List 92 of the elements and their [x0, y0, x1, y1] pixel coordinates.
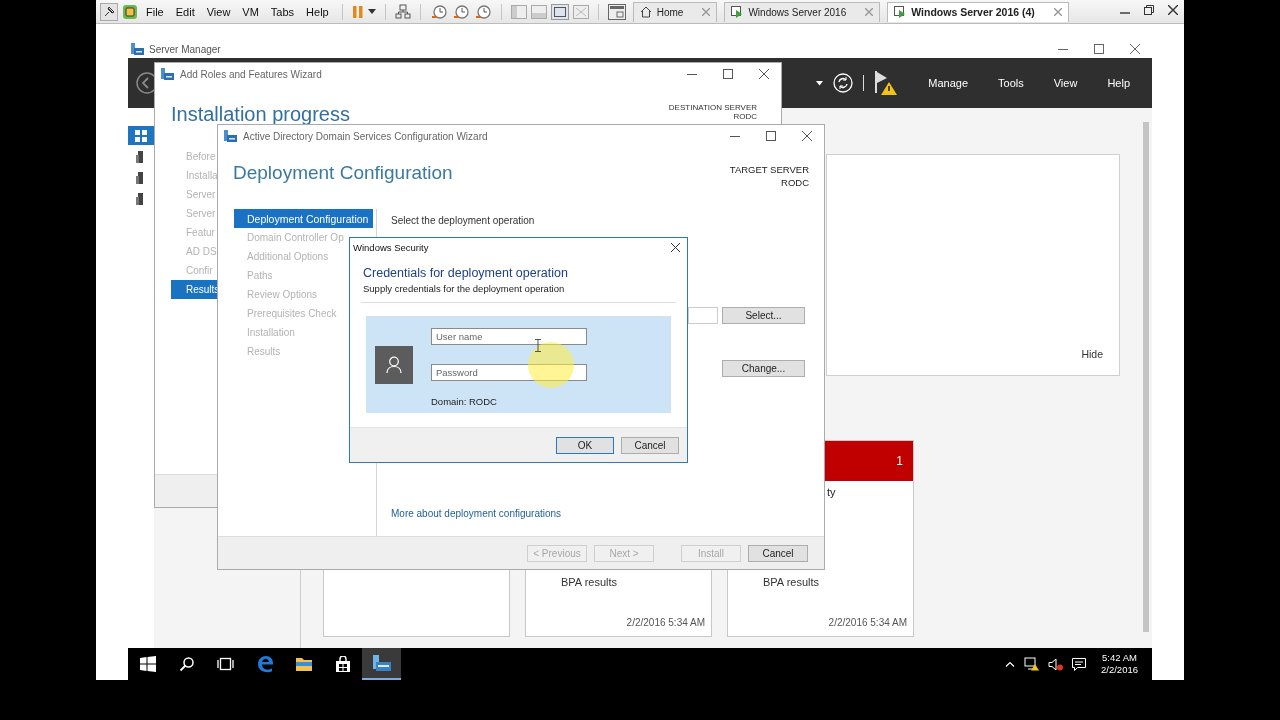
fullscreen-icon[interactable] — [550, 3, 569, 20]
window-title: Add Roles and Features Wizard — [180, 68, 322, 80]
tab[interactable]: Windows Server 2016 — [724, 1, 881, 22]
nav-item[interactable] — [128, 126, 154, 145]
username-field[interactable]: User name — [431, 328, 587, 345]
clock-icon[interactable] — [473, 3, 492, 20]
folder-icon[interactable] — [294, 656, 313, 672]
select-button[interactable]: Select... — [722, 307, 805, 324]
page-heading: Deployment Configuration — [233, 161, 453, 185]
tab[interactable]: Windows Server 2016 (4) — [887, 1, 1069, 22]
edge-browser-icon[interactable] — [255, 655, 274, 673]
thumbnail-bar-icon[interactable] — [530, 4, 547, 19]
change-button[interactable]: Change... — [722, 360, 805, 377]
tab[interactable]: Home — [632, 1, 718, 22]
server-label: DESTINATION SERVER — [668, 103, 757, 112]
password-field[interactable]: Password — [431, 364, 587, 381]
menu-item[interactable]: Tools — [998, 77, 1024, 89]
tile-label[interactable]: BPA results — [763, 576, 820, 588]
domain-text: Domain: RODC — [431, 396, 498, 407]
server-name: RODC — [732, 112, 757, 121]
menu-item[interactable]: Tabs — [266, 5, 299, 18]
vm-play-icon — [894, 6, 907, 18]
clock-time[interactable]: 5:42 AM — [1101, 652, 1138, 664]
menu-item[interactable]: VM — [238, 5, 263, 18]
maximize-icon[interactable] — [766, 131, 776, 141]
chevron-up-icon[interactable] — [1005, 661, 1015, 667]
search-icon[interactable] — [178, 656, 195, 672]
dialog-heading: Credentials for deployment operation — [363, 266, 569, 280]
dialog-button[interactable]: OK — [556, 436, 614, 454]
wizard-step[interactable]: Deployment Configuration — [234, 209, 373, 228]
dialog-subtitle: Supply credentials for the deployment operation — [363, 283, 566, 294]
page-heading: Installation progress — [171, 103, 350, 125]
wizard-icon — [161, 68, 174, 80]
caret-icon[interactable] — [367, 8, 376, 15]
footer-bar — [155, 474, 217, 507]
server-toolbox-icon[interactable] — [371, 654, 392, 672]
menu-item[interactable]: View — [1053, 77, 1078, 89]
dialog-button[interactable]: Cancel — [621, 436, 679, 454]
pin-icon[interactable] — [100, 2, 118, 21]
vm-play-icon — [731, 6, 744, 18]
menu-item[interactable]: Help — [1107, 77, 1130, 89]
hide-link[interactable]: Hide — [1081, 348, 1103, 360]
dialog-title: Windows Security — [353, 241, 429, 253]
wizard-icon — [224, 130, 237, 142]
wizard-button[interactable]: Cancel — [748, 544, 808, 562]
close-tab-icon[interactable] — [1053, 8, 1062, 16]
help-link[interactable]: More about deployment configurations — [391, 508, 805, 519]
dashboard-icon — [135, 129, 147, 142]
library-icon[interactable] — [122, 3, 138, 20]
shopping-bag-icon[interactable] — [334, 655, 351, 673]
maximize-icon[interactable] — [723, 69, 733, 79]
menu-item[interactable]: File — [142, 5, 168, 18]
clock-date[interactable]: 2/2/2016 — [1101, 664, 1138, 676]
clock-icon[interactable] — [451, 3, 470, 20]
console-view-icon[interactable] — [607, 3, 626, 20]
caret-icon[interactable] — [816, 80, 824, 86]
restore-icon[interactable] — [1144, 5, 1154, 15]
alert-count: 1 — [896, 454, 903, 468]
notification-icon[interactable] — [1072, 657, 1086, 671]
flag-warning-icon[interactable] — [874, 70, 899, 96]
tile-text[interactable]: ty — [827, 486, 836, 498]
close-icon[interactable] — [671, 242, 680, 252]
app-icon — [131, 43, 144, 55]
menu-item[interactable]: Manage — [928, 77, 969, 89]
server-label: TARGET SERVER — [729, 163, 809, 176]
timestamp: 2/2/2016 5:34 AM — [626, 617, 705, 628]
text-cursor-icon — [535, 339, 541, 352]
close-icon[interactable] — [1168, 5, 1178, 15]
speaker-muted-icon[interactable] — [1048, 657, 1063, 671]
task-view-icon[interactable] — [217, 657, 234, 671]
close-icon[interactable] — [802, 131, 812, 141]
cursor-highlight — [528, 342, 574, 388]
close-icon[interactable] — [1130, 44, 1140, 54]
menu-item[interactable]: Edit — [171, 5, 199, 18]
server-name: RODC — [780, 176, 809, 189]
home-icon — [639, 6, 652, 18]
menu-item[interactable]: Help — [302, 5, 333, 18]
close-icon[interactable] — [759, 69, 769, 79]
network-icon[interactable] — [394, 3, 411, 20]
clock-icon[interactable] — [429, 3, 448, 20]
refresh-icon[interactable] — [833, 73, 854, 93]
menu-item[interactable]: View — [202, 5, 235, 18]
windows-start-icon[interactable] — [139, 656, 156, 672]
text-field[interactable] — [688, 307, 718, 324]
maximize-icon[interactable] — [1094, 44, 1104, 54]
prompt-text: Select the deployment operation — [391, 215, 536, 226]
timestamp: 2/2/2016 5:34 AM — [828, 617, 907, 628]
window-title: Server Manager — [149, 43, 221, 55]
user-avatar-icon — [375, 345, 413, 384]
window-title: Active Directory Domain Services Configuration Wizard — [243, 130, 488, 142]
network-warning-icon[interactable] — [1024, 657, 1039, 671]
tile-label[interactable]: BPA results — [561, 576, 618, 588]
